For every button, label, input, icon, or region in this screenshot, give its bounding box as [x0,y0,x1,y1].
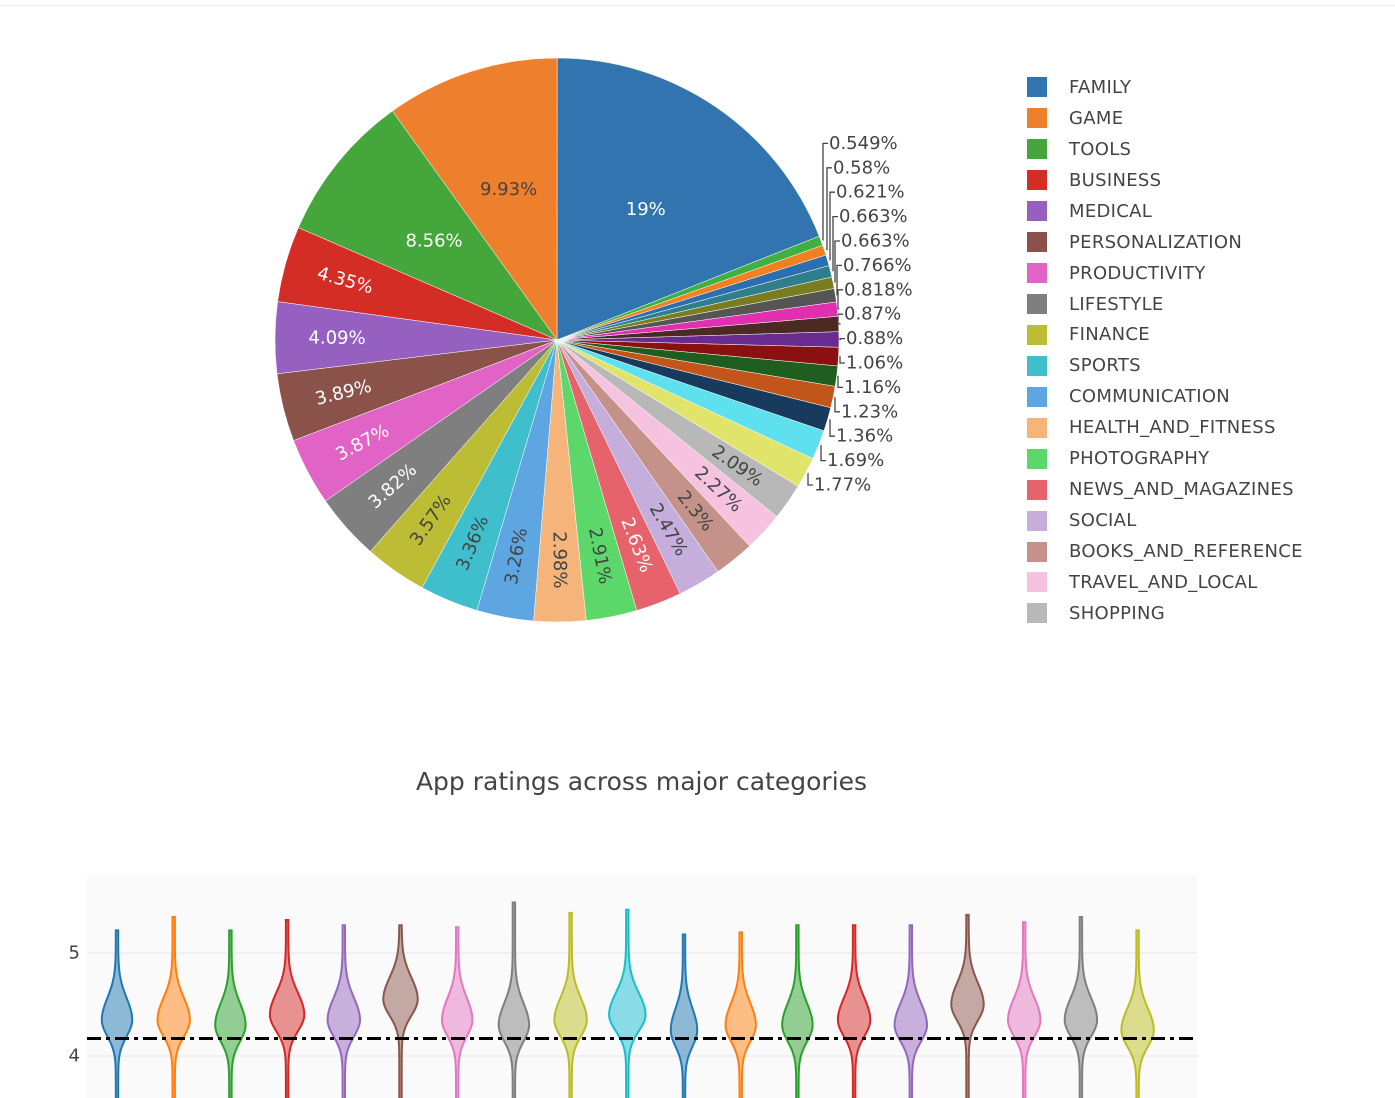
legend-label: GAME [1069,107,1124,129]
legend-swatch [1027,572,1047,593]
legend-item[interactable]: TRAVEL_AND_LOCAL [1027,567,1303,598]
legend-label: TOOLS [1069,138,1132,160]
legend-item[interactable]: TOOLS [1027,134,1303,165]
pie-slice-label: 8.56% [405,230,462,251]
legend-label: LIFESTYLE [1069,293,1164,315]
legend-label: BOOKS_AND_REFERENCE [1069,541,1303,563]
pie-outside-label: 1.77% [814,475,871,496]
violin-chart: 45 [69,875,1197,1098]
pie-leader-line [839,356,845,364]
legend-item[interactable]: PERSONALIZATION [1027,227,1303,258]
pie-outside-label: 0.87% [844,304,901,325]
legend-item[interactable]: NEWS_AND_MAGAZINES [1027,474,1303,505]
pie-slice-label: 2.98% [549,531,571,588]
y-tick-label: 4 [69,1046,80,1067]
pie-outside-label: 1.36% [836,426,893,447]
legend-item[interactable]: COMMUNICATION [1027,381,1303,412]
pie-outside-label: 0.818% [844,279,913,300]
legend-swatch [1027,263,1047,284]
pie-slice-label: 9.93% [480,179,537,200]
legend-label: TRAVEL_AND_LOCAL [1069,571,1258,593]
pie-slice-label: 19% [626,199,666,220]
legend-item[interactable]: BUSINESS [1027,165,1303,196]
legend-item[interactable]: SHOPPING [1027,598,1303,629]
legend-swatch [1027,541,1047,562]
legend-swatch [1027,417,1047,438]
pie-outside-label: 1.16% [844,377,901,398]
legend-label: PHOTOGRAPHY [1069,448,1210,470]
legend-item[interactable]: MEDICAL [1027,196,1303,227]
legend-item[interactable]: FINANCE [1027,320,1303,351]
legend-item[interactable]: PHOTOGRAPHY [1027,443,1303,474]
legend-item[interactable]: HEALTH_AND_FITNESS [1027,412,1303,443]
legend-swatch [1027,108,1047,129]
pie-slice-label: 4.09% [308,327,365,348]
pie-leader-line [829,419,835,437]
pie-leader-line [826,167,832,251]
pie-outside-label: 0.88% [846,328,903,349]
pie-outside-label: 0.663% [841,231,910,252]
legend-label: PERSONALIZATION [1069,231,1243,253]
pie-outside-label: 0.58% [833,157,890,178]
y-tick-label: 5 [69,943,80,964]
legend-item[interactable]: SOCIAL [1027,505,1303,536]
legend-label: SOCIAL [1069,510,1137,532]
legend-item[interactable]: SPORTS [1027,350,1303,381]
legend-item[interactable]: BOOKS_AND_REFERENCE [1027,536,1303,567]
legend-item[interactable]: GAME [1027,103,1303,134]
pie-leader-line [829,191,835,261]
legend-swatch [1027,386,1047,407]
pie-leader-line [834,396,840,413]
legend-swatch [1027,603,1047,624]
pie-leader-line [839,337,845,341]
legend-label: SHOPPING [1069,602,1165,624]
pie-outside-label: 1.23% [841,401,898,422]
pie-chart: 19%9.93%8.56%4.35%4.09%3.89%3.87%3.82%3.… [274,57,913,623]
pie-outside-label: 1.69% [827,450,884,471]
legend-swatch [1027,170,1047,191]
legend-label: FAMILY [1069,76,1132,98]
legend-label: NEWS_AND_MAGAZINES [1069,479,1294,501]
legend-swatch [1027,510,1047,531]
legend-item[interactable]: PRODUCTIVITY [1027,258,1303,289]
legend-swatch [1027,355,1047,376]
legend-swatch [1027,201,1047,222]
legend-swatch [1027,479,1047,500]
legend-swatch [1027,232,1047,253]
pie-outside-label: 0.663% [839,206,908,227]
legend-label: BUSINESS [1069,169,1162,191]
legend-swatch [1027,139,1047,160]
pie-leader-line [820,444,826,462]
legend-label: MEDICAL [1069,200,1153,222]
pie-outside-label: 0.766% [843,255,912,276]
legend-swatch [1027,294,1047,315]
legend-swatch [1027,324,1047,345]
pie-leader-line [837,313,843,325]
legend-swatch [1027,77,1047,98]
legend-label: COMMUNICATION [1069,386,1231,408]
pie-outside-label: 0.621% [836,182,905,203]
pie-leader-line [837,375,843,389]
legend-item[interactable]: FAMILY [1027,72,1303,103]
pie-leader-line [837,289,843,310]
pie-leader-line [807,472,813,486]
pie-legend: FAMILY GAME TOOLS BUSINESS MEDICAL PERSONALIZ… [1027,72,1303,629]
legend-label: PRODUCTIVITY [1069,262,1206,284]
violin-chart-title: App ratings across major categories [415,767,868,796]
legend-label: FINANCE [1069,324,1150,346]
pie-outside-label: 1.06% [846,353,903,374]
legend-label: HEALTH_AND_FITNESS [1069,417,1276,439]
legend-item[interactable]: LIFESTYLE [1027,289,1303,320]
legend-swatch [1027,448,1047,469]
pie-outside-label: 0.549% [829,133,898,154]
legend-label: SPORTS [1069,355,1141,377]
